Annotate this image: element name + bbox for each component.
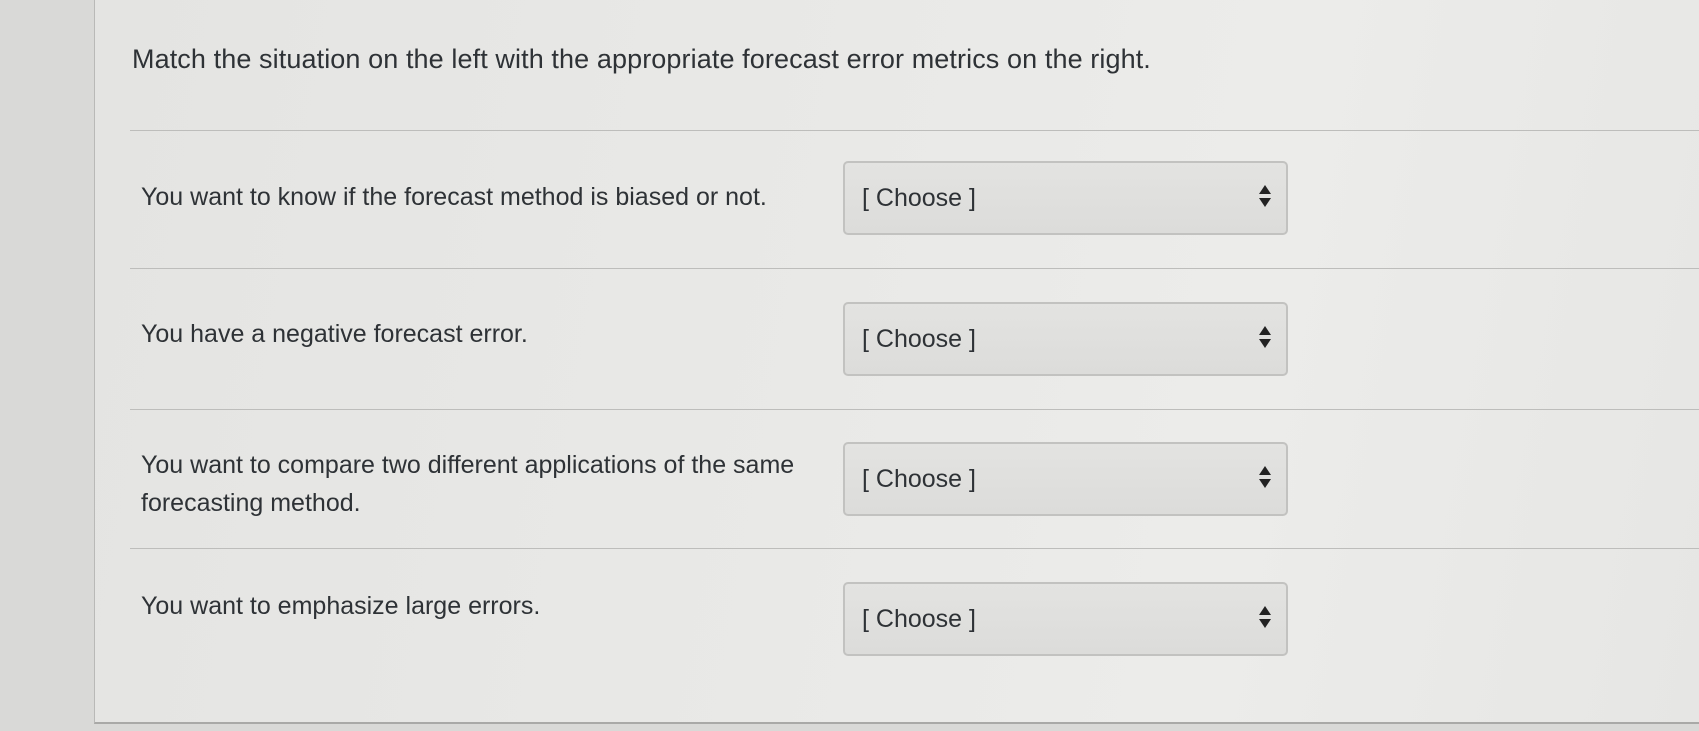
divider xyxy=(130,130,1699,131)
match-prompt-1: You want to know if the forecast method … xyxy=(141,183,767,211)
divider xyxy=(130,409,1699,410)
up-down-chevron-icon xyxy=(1258,606,1272,634)
select-value: [ Choose ] xyxy=(862,465,976,493)
answer-select-1[interactable]: [ Choose ] xyxy=(843,161,1288,235)
select-value: [ Choose ] xyxy=(862,605,976,633)
question-prompt: Match the situation on the left with the… xyxy=(132,44,1151,74)
match-prompt-4: You want to emphasize large errors. xyxy=(141,592,541,620)
select-value: [ Choose ] xyxy=(862,184,976,212)
match-prompt-3: You want to compare two different applic… xyxy=(141,451,795,517)
answer-select-3[interactable]: [ Choose ] xyxy=(843,442,1288,516)
match-prompt-2: You have a negative forecast error. xyxy=(141,320,528,348)
up-down-chevron-icon xyxy=(1258,466,1272,494)
divider xyxy=(130,268,1699,269)
divider xyxy=(130,548,1699,549)
select-value: [ Choose ] xyxy=(862,325,976,353)
up-down-chevron-icon xyxy=(1258,185,1272,213)
up-down-chevron-icon xyxy=(1258,326,1272,354)
answer-select-4[interactable]: [ Choose ] xyxy=(843,582,1288,656)
answer-select-2[interactable]: [ Choose ] xyxy=(843,302,1288,376)
